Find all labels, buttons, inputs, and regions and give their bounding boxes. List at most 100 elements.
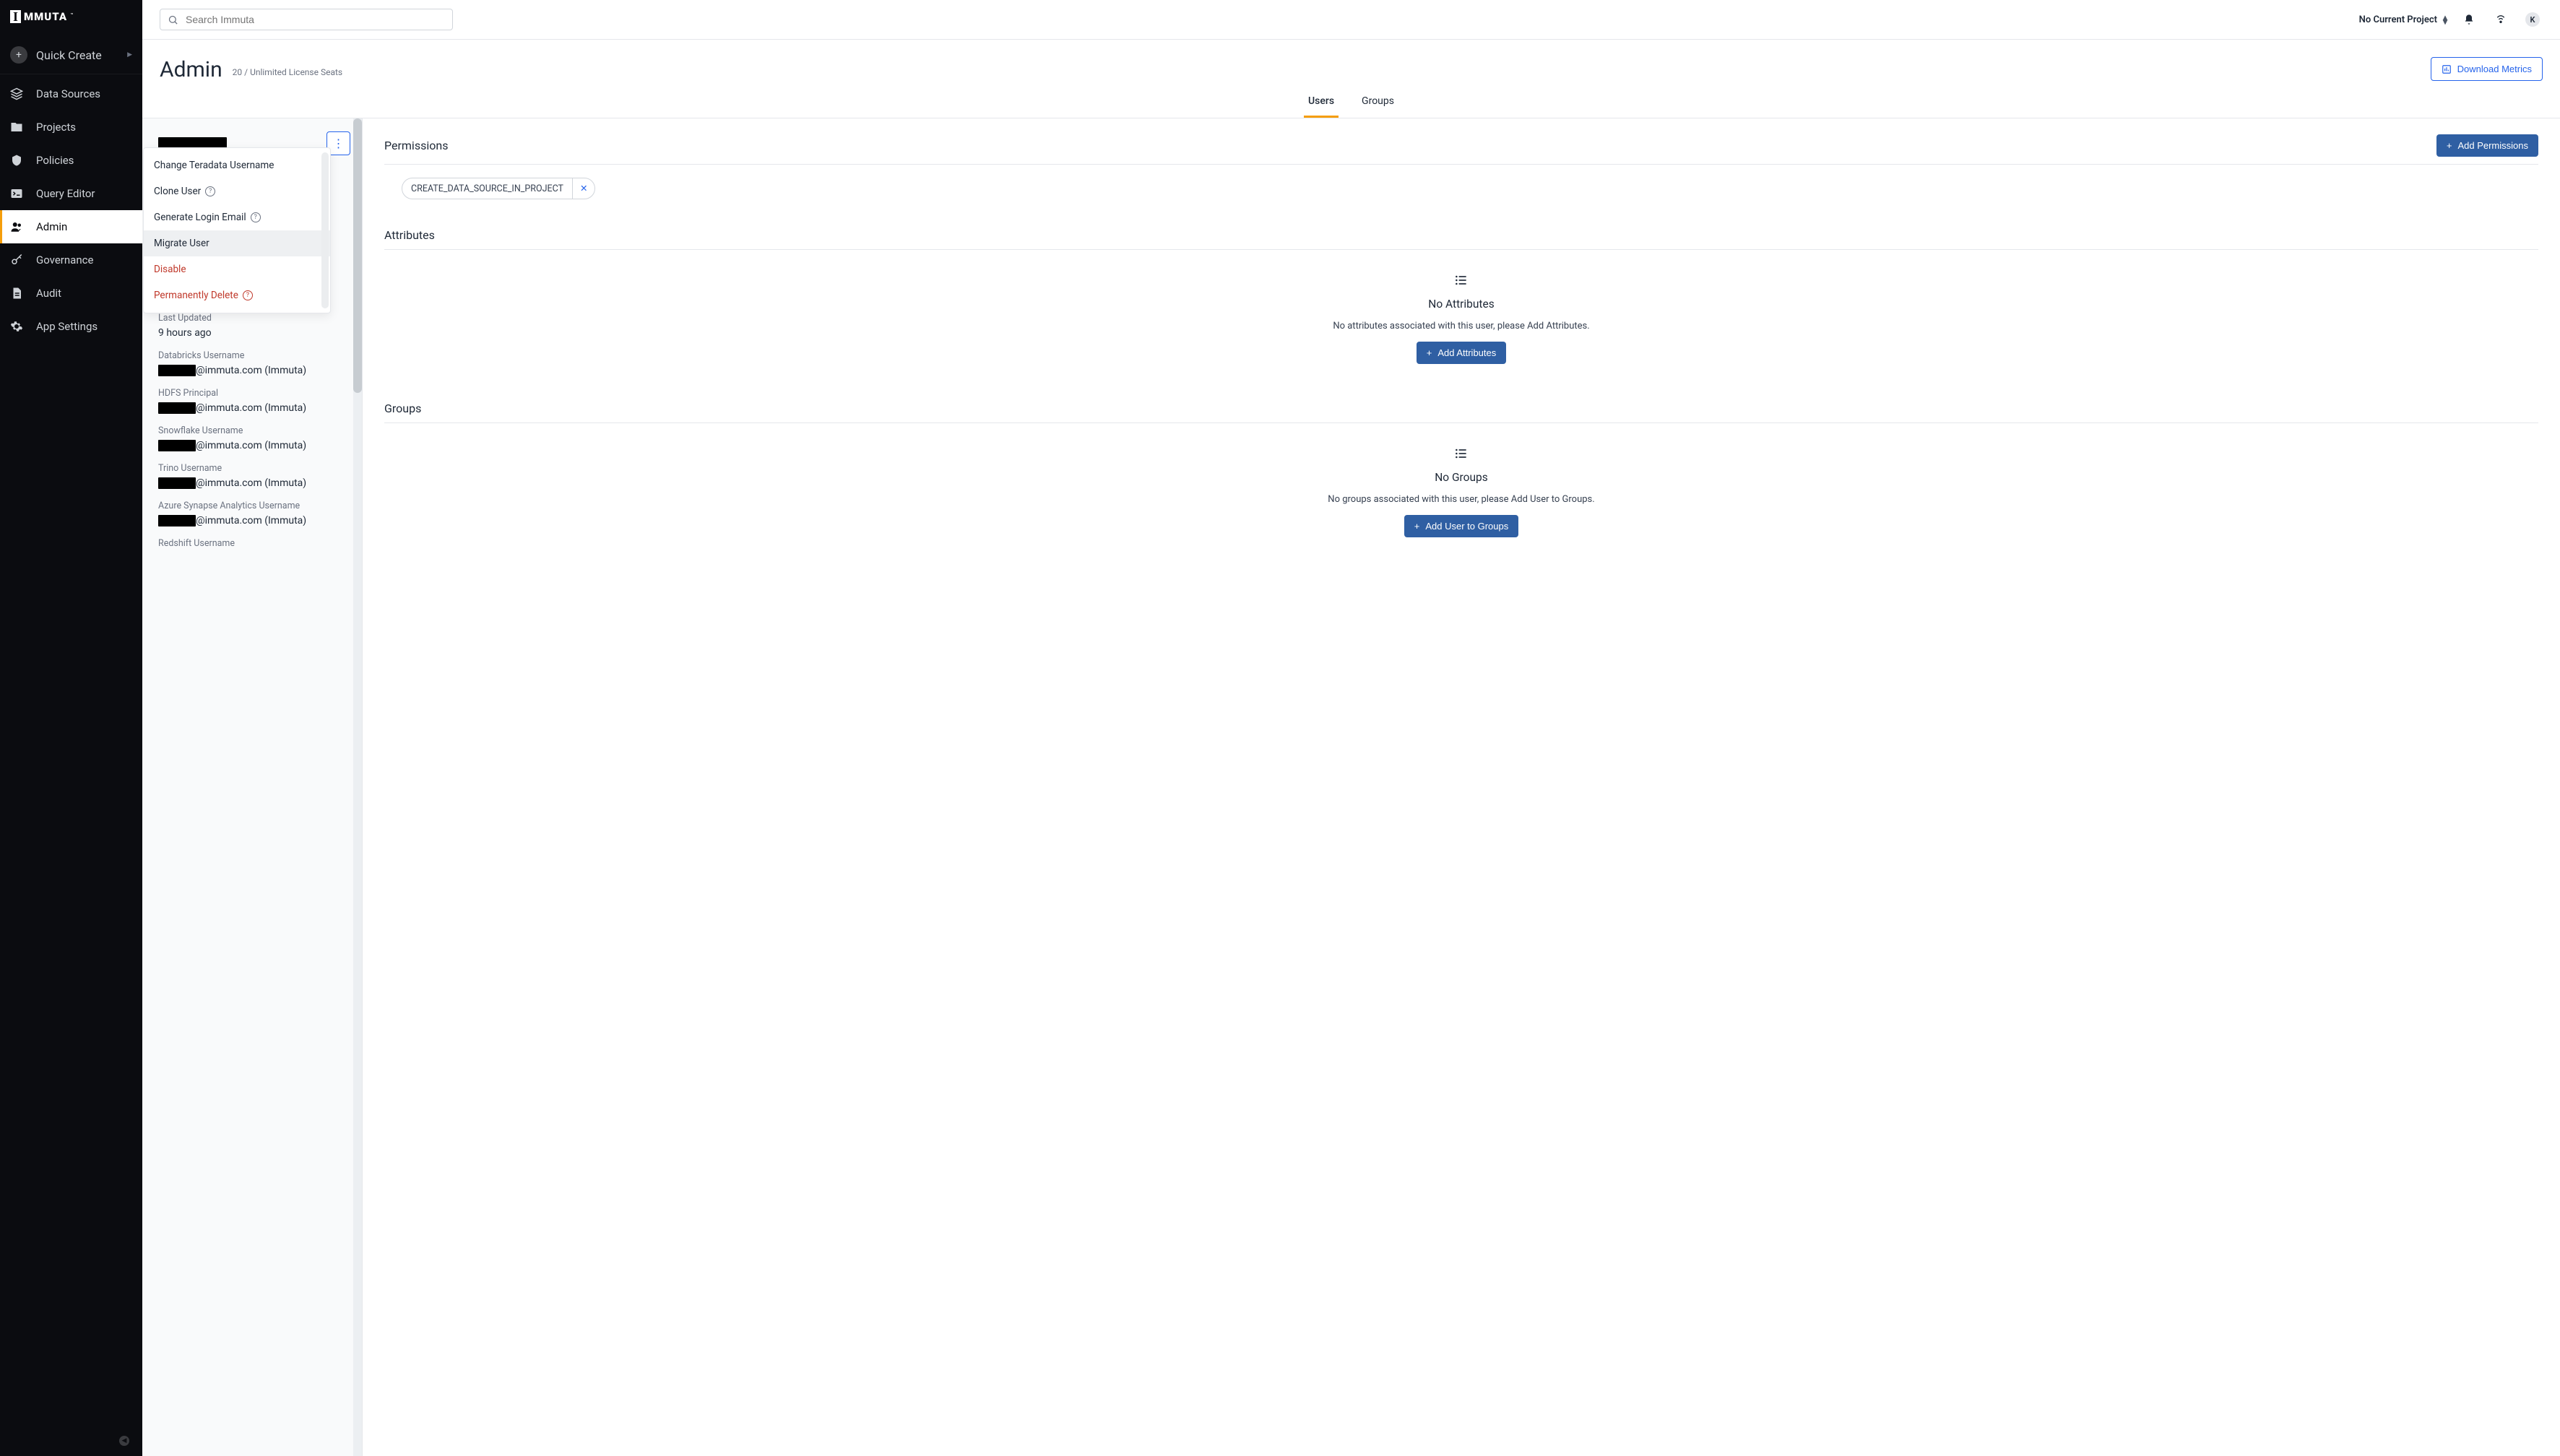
top-bar: No Current Project ▴▾ K (142, 0, 2560, 40)
field-hdfs-principal: HDFS Principal @immuta.com (Immuta) (158, 388, 346, 414)
add-permissions-button[interactable]: + Add Permissions (2436, 134, 2538, 157)
nav-item-policies[interactable]: Policies (0, 144, 142, 177)
add-user-to-groups-button[interactable]: + Add User to Groups (1404, 515, 1518, 537)
nav-label: Data Sources (36, 87, 100, 100)
plus-icon: + (1427, 347, 1432, 358)
quick-create-button[interactable]: + Quick Create ▶ (0, 36, 142, 74)
help-icon[interactable]: ? (205, 186, 215, 196)
menu-scrollbar[interactable] (321, 152, 329, 308)
field-label: Last Updated (158, 313, 346, 324)
field-label: Snowflake Username (158, 425, 346, 436)
menu-gen-email-label: Generate Login Email (154, 212, 246, 223)
list-icon (1454, 446, 1469, 461)
menu-clone-user-label: Clone User (154, 186, 201, 197)
menu-clone-user[interactable]: Clone User ? (144, 178, 330, 204)
nav-label: Policies (36, 154, 74, 167)
terminal-icon (10, 187, 26, 200)
section-title: Groups (384, 402, 421, 415)
nav-label: App Settings (36, 320, 98, 333)
nav-item-audit[interactable]: Audit (0, 277, 142, 310)
project-switcher[interactable]: No Current Project ▴▾ (2359, 14, 2447, 25)
nav-item-admin[interactable]: Admin (0, 210, 142, 243)
plus-circle-icon: + (10, 46, 27, 64)
section-title: Attributes (384, 228, 435, 242)
help-icon[interactable]: ? (243, 290, 253, 300)
search-input[interactable] (186, 14, 445, 25)
side-nav: I MMUTA ™ + Quick Create ▶ Data Sources … (0, 0, 142, 1456)
user-header: ⋮ Change Teradata Username Clone User ? … (142, 118, 362, 168)
nav-label: Projects (36, 121, 76, 134)
field-label: Azure Synapse Analytics Username (158, 500, 346, 511)
activity-button[interactable] (2491, 14, 2511, 25)
attributes-empty-state: No Attributes No attributes associated w… (384, 263, 2538, 373)
plus-icon: + (2447, 140, 2452, 151)
menu-change-teradata[interactable]: Change Teradata Username (144, 152, 330, 178)
user-detail-panel: ⋮ Change Teradata Username Clone User ? … (142, 118, 363, 1456)
add-attributes-button[interactable]: + Add Attributes (1417, 342, 1507, 364)
field-suffix: @immuta.com (Immuta) (196, 477, 306, 489)
signal-icon (2495, 14, 2507, 25)
empty-text: No attributes associated with this user,… (1333, 321, 1589, 332)
app-logo[interactable]: I MMUTA ™ (0, 0, 142, 36)
nav-item-query-editor[interactable]: Query Editor (0, 177, 142, 210)
menu-generate-login-email[interactable]: Generate Login Email ? (144, 204, 330, 230)
field-trino-username: Trino Username @immuta.com (Immuta) (158, 463, 346, 489)
field-redshift-username: Redshift Username (158, 538, 346, 549)
groups-empty-state: No Groups No groups associated with this… (384, 436, 2538, 546)
redacted-icon (158, 440, 196, 451)
chart-icon (2442, 64, 2452, 74)
tab-groups[interactable]: Groups (1357, 87, 1398, 118)
nav-label: Audit (36, 287, 61, 300)
list-icon (1454, 273, 1469, 287)
menu-permanently-delete[interactable]: Permanently Delete ? (144, 282, 330, 308)
nav-item-data-sources[interactable]: Data Sources (0, 77, 142, 110)
layers-icon (10, 87, 26, 100)
help-icon[interactable]: ? (251, 212, 261, 222)
nav-list: Data Sources Projects Policies Query Edi… (0, 74, 142, 343)
field-value: @immuta.com (Immuta) (158, 440, 346, 451)
remove-permission-button[interactable]: ✕ (572, 178, 594, 199)
section-permissions: Permissions + Add Permissions CREATE_DAT… (384, 134, 2538, 199)
nav-item-projects[interactable]: Projects (0, 110, 142, 144)
menu-migrate-user[interactable]: Migrate User (144, 230, 330, 256)
tab-users[interactable]: Users (1304, 87, 1339, 118)
section-title: Permissions (384, 139, 448, 152)
people-icon (10, 220, 26, 233)
shield-icon (10, 154, 26, 167)
caret-right-icon: ▶ (127, 51, 132, 58)
field-label: Databricks Username (158, 350, 346, 361)
add-permissions-label: Add Permissions (2457, 140, 2528, 151)
nav-item-governance[interactable]: Governance (0, 243, 142, 277)
field-suffix: @immuta.com (Immuta) (196, 515, 306, 526)
user-avatar[interactable]: K (2522, 12, 2543, 27)
search-box[interactable] (160, 9, 453, 30)
download-metrics-button[interactable]: Download Metrics (2431, 57, 2543, 81)
nav-label: Admin (36, 220, 67, 233)
logo-mark-icon: I (10, 10, 21, 23)
notifications-button[interactable] (2459, 14, 2479, 25)
user-content: Permissions + Add Permissions CREATE_DAT… (363, 118, 2560, 1456)
field-value: @immuta.com (Immuta) (158, 365, 346, 376)
scrollbar-track[interactable] (353, 118, 362, 1456)
menu-disable[interactable]: Disable (144, 256, 330, 282)
empty-title: No Attributes (1428, 298, 1494, 311)
field-value: @immuta.com (Immuta) (158, 402, 346, 414)
folder-icon (10, 121, 26, 134)
field-snowflake-username: Snowflake Username @immuta.com (Immuta) (158, 425, 346, 451)
section-groups: Groups No Groups No groups associated wi… (384, 402, 2538, 546)
field-value: @immuta.com (Immuta) (158, 515, 346, 526)
add-attributes-label: Add Attributes (1437, 347, 1496, 358)
gear-icon (10, 320, 26, 333)
field-label: HDFS Principal (158, 388, 346, 399)
permission-chips: CREATE_DATA_SOURCE_IN_PROJECT ✕ (384, 178, 2538, 199)
page-title: Admin (160, 57, 222, 82)
avatar-icon: K (2525, 12, 2540, 27)
field-databricks-username: Databricks Username @immuta.com (Immuta) (158, 350, 346, 376)
nav-item-app-settings[interactable]: App Settings (0, 310, 142, 343)
menu-perm-delete-label: Permanently Delete (154, 290, 238, 301)
permission-chip-label: CREATE_DATA_SOURCE_IN_PROJECT (402, 179, 572, 199)
section-attributes: Attributes No Attributes No attributes a… (384, 228, 2538, 373)
trademark-icon: ™ (70, 12, 73, 18)
collapse-sidebar-icon[interactable]: ◀ (119, 1436, 129, 1446)
redacted-icon (158, 402, 196, 414)
